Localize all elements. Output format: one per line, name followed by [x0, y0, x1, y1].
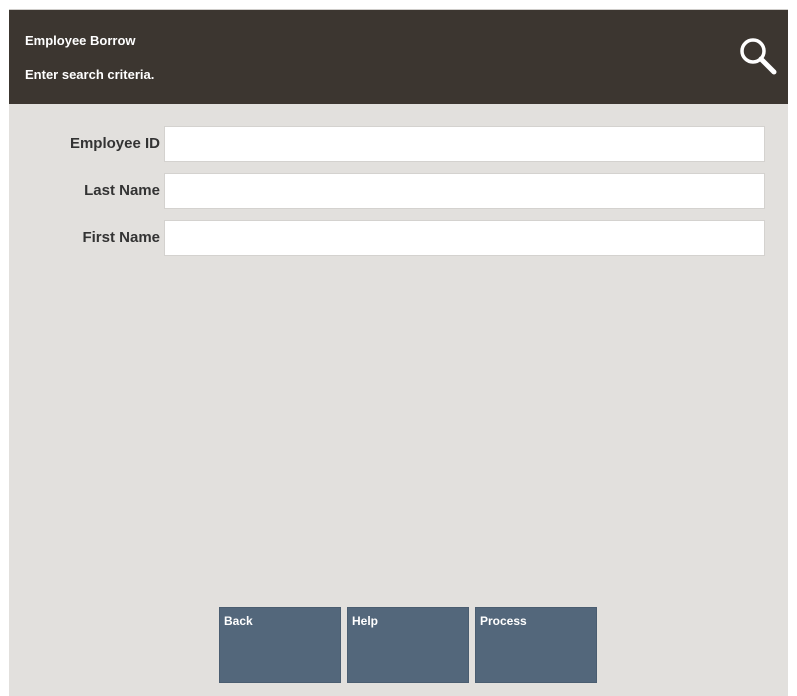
employee-borrow-screen: Employee Borrow Enter search criteria. E…: [9, 9, 788, 696]
help-button[interactable]: Help: [347, 607, 469, 683]
last-name-row: Last Name: [9, 173, 788, 209]
last-name-label: Last Name: [84, 182, 160, 199]
last-name-input[interactable]: [164, 173, 765, 209]
back-button[interactable]: Back: [219, 607, 341, 683]
employee-id-input[interactable]: [164, 126, 765, 162]
search-icon[interactable]: [738, 36, 778, 76]
button-bar: Back Help Process: [219, 607, 599, 683]
employee-id-label: Employee ID: [69, 135, 160, 152]
header-bar: Employee Borrow Enter search criteria.: [9, 10, 788, 104]
first-name-row: First Name: [9, 220, 788, 256]
first-name-label: First Name: [82, 229, 160, 246]
process-button[interactable]: Process: [475, 607, 597, 683]
page-title: Employee Borrow: [25, 33, 136, 48]
employee-id-row: Employee ID: [9, 126, 788, 162]
first-name-input[interactable]: [164, 220, 765, 256]
instruction-text: Enter search criteria.: [25, 67, 155, 82]
